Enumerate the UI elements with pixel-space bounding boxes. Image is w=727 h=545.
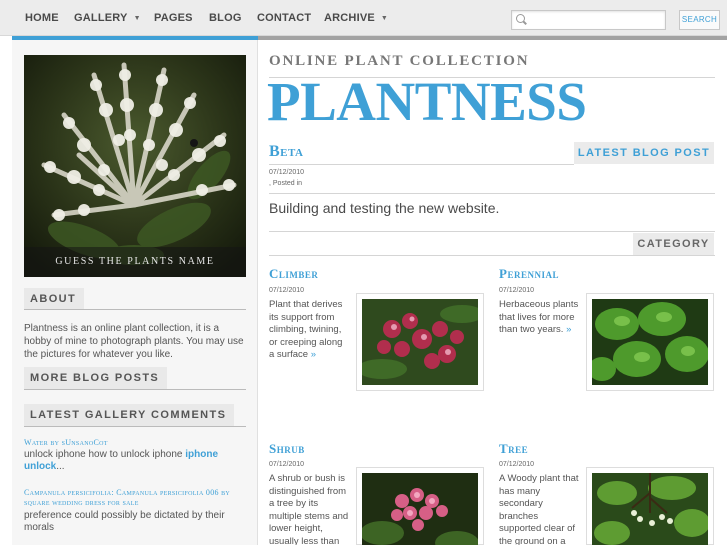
category-text: A shrub or bush is distinguished from a … <box>269 473 349 545</box>
nav-gallery-label: GALLERY <box>74 12 128 24</box>
content-accent-bar <box>258 36 727 40</box>
climber-photo <box>362 299 478 385</box>
chevron-down-icon: ▼ <box>133 15 141 22</box>
site-title[interactable]: PLANTNESS <box>267 72 587 132</box>
nav-pages[interactable]: PAGES <box>154 12 193 24</box>
comment-title[interactable]: Water by sUnsanoCot <box>24 438 246 448</box>
divider <box>24 389 246 390</box>
latest-gallery-comments-heading: LATEST GALLERY COMMENTS <box>24 404 235 426</box>
latest-blog-post-heading: LATEST BLOG POST <box>574 142 714 164</box>
category-heading: CATEGORY <box>633 233 714 255</box>
chevron-down-icon: ▼ <box>380 15 389 22</box>
photo-caption: GUESS THE PLANTS NAME <box>24 247 246 277</box>
comment-body: unlock iphone how to unlock iphone iphon… <box>24 449 246 473</box>
category-text: Herbaceous plants that lives for more th… <box>499 299 579 337</box>
tree-photo <box>592 473 708 545</box>
category-title-shrub[interactable]: Shrub <box>269 441 305 457</box>
divider <box>269 164 574 165</box>
comment-title[interactable]: Campanula persicifolia: Campanula persic… <box>24 488 246 508</box>
nav-gallery[interactable]: GALLERY ▼ <box>74 12 141 24</box>
site-subtitle: ONLINE PLANT COLLECTION <box>269 53 530 69</box>
more-blog-posts-heading[interactable]: MORE BLOG POSTS <box>24 367 168 389</box>
search-input[interactable] <box>511 10 666 30</box>
climber-thumbnail[interactable] <box>356 293 484 391</box>
shrub-photo <box>362 473 478 545</box>
divider <box>269 231 715 232</box>
comment-text: unlock iphone how to unlock iphone <box>24 449 186 460</box>
divider <box>269 193 715 194</box>
divider <box>269 255 715 256</box>
comment-ellipsis: ... <box>56 461 65 472</box>
shrub-thumbnail[interactable] <box>356 467 484 545</box>
category-text: A Woody plant that has many secondary br… <box>499 473 579 545</box>
plant-photo-image <box>24 55 246 277</box>
search-icon <box>516 14 525 23</box>
category-title-perennial[interactable]: Perennial <box>499 266 559 282</box>
about-heading: ABOUT <box>24 288 85 310</box>
perennial-photo <box>592 299 708 385</box>
featured-plant-photo[interactable]: GUESS THE PLANTS NAME <box>24 55 246 277</box>
category-text: Plant that derives its support from clim… <box>269 299 349 362</box>
post-title[interactable]: Beta <box>269 143 303 161</box>
nav-blog[interactable]: BLOG <box>209 12 242 24</box>
category-title-tree[interactable]: Tree <box>499 441 528 457</box>
nav-archive-label: ARCHIVE <box>324 12 375 24</box>
comment-link[interactable]: iphone <box>185 449 218 460</box>
perennial-thumbnail[interactable] <box>586 293 714 391</box>
category-title-climber[interactable]: Climber <box>269 266 318 282</box>
comment-link[interactable]: unlock <box>24 461 56 472</box>
category-description: Plant that derives its support from clim… <box>269 299 343 360</box>
read-more-link[interactable]: » <box>566 324 571 335</box>
category-date: 07/12/2010 <box>269 461 305 468</box>
top-navigation: HOME GALLERY ▼ PAGES BLOG CONTACT ARCHIVE… <box>0 0 727 36</box>
tree-thumbnail[interactable] <box>586 467 714 545</box>
about-text: Plantness is an online plant collection,… <box>24 323 244 360</box>
nav-archive[interactable]: ARCHIVE ▼ <box>324 12 388 24</box>
search-button[interactable]: SEARCH <box>679 10 720 30</box>
category-date: 07/12/2010 <box>269 287 305 294</box>
read-more-link[interactable]: » <box>311 349 316 360</box>
category-date: 07/12/2010 <box>499 461 535 468</box>
category-date: 07/12/2010 <box>499 287 535 294</box>
nav-contact[interactable]: CONTACT <box>257 12 311 24</box>
post-body: Building and testing the new website. <box>269 200 500 216</box>
post-meta: , Posted in <box>269 180 303 187</box>
nav-home[interactable]: HOME <box>25 12 59 24</box>
divider <box>24 426 246 427</box>
comment-body: preference could possibly be dictated by… <box>24 510 225 533</box>
post-date: 07/12/2010 <box>269 169 305 176</box>
divider <box>24 309 246 310</box>
